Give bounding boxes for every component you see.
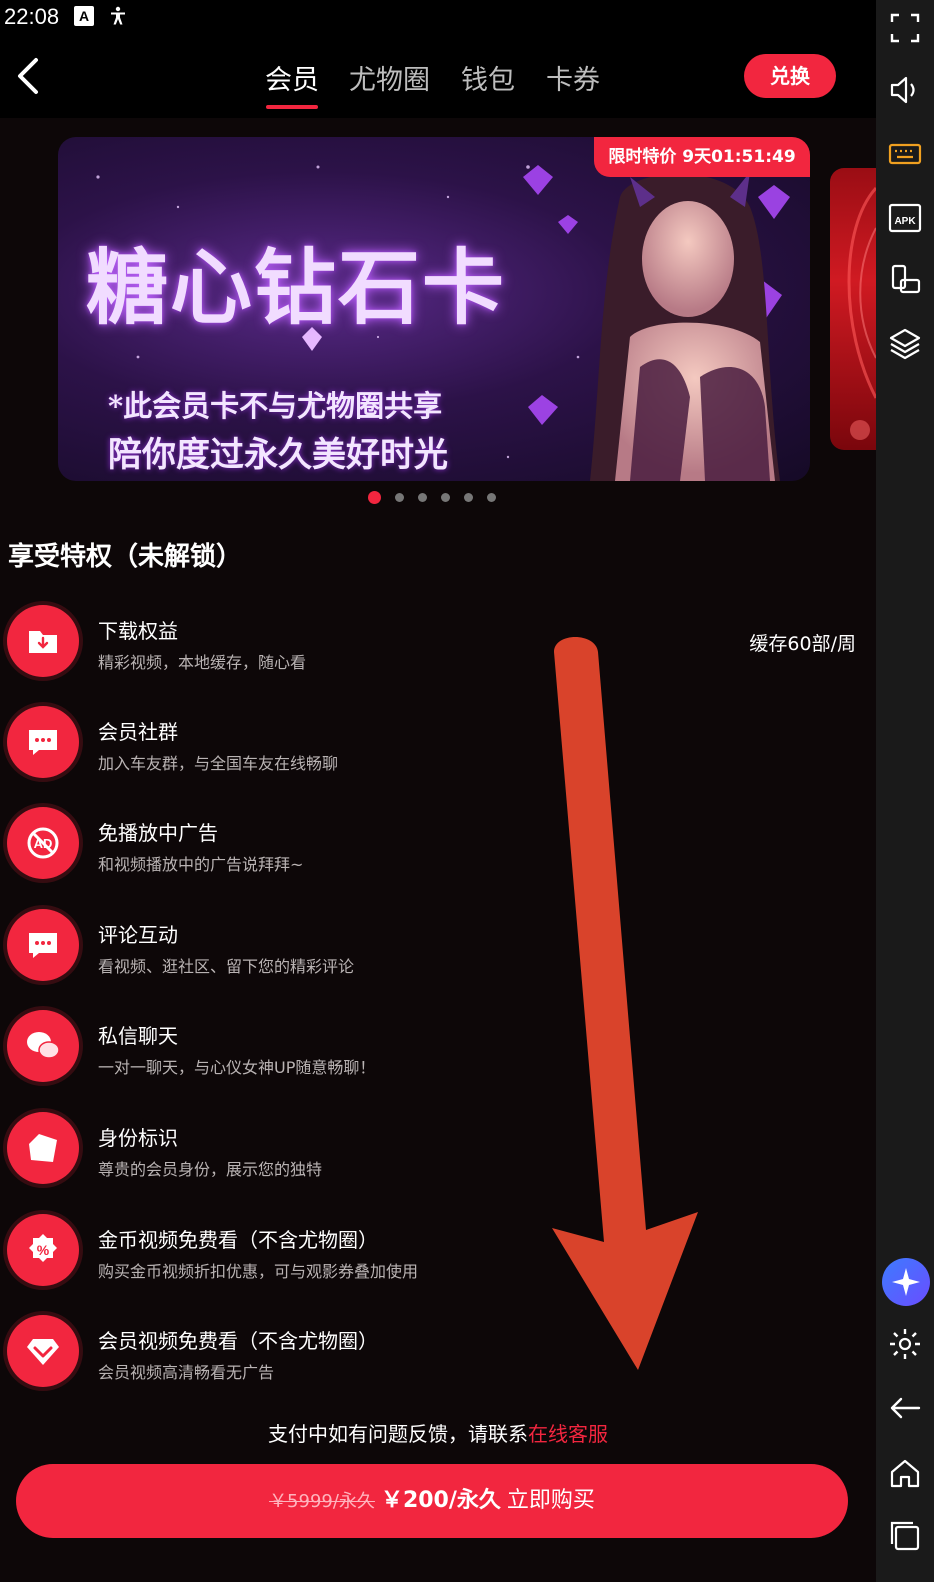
settings-button[interactable] [887,1326,923,1362]
chevron-left-icon [18,58,38,94]
diamond-icon [7,1315,79,1387]
ai-assistant-button[interactable] [882,1258,930,1306]
discount-badge-icon: % [7,1214,79,1286]
privilege-row-download[interactable]: 下载权益 精彩视频，本地缓存，随心看 缓存60部/周 [0,605,876,695]
privilege-value: 缓存60部/周 [749,633,856,655]
privilege-name: 下载权益 [98,619,178,643]
tab-coupons[interactable]: 卡券 [546,58,600,97]
svg-text:APK: APK [894,216,916,227]
apk-install-button[interactable]: APK [887,200,923,236]
limited-offer-badge: 限时特价 9天01:51:49 [594,137,810,177]
fullscreen-button[interactable] [887,10,923,46]
online-support-link[interactable]: 在线客服 [528,1422,608,1446]
system-rail: APK [876,0,934,1582]
privilege-row-coin-videos[interactable]: % 金币视频免费看（不含尤物圈） 购买金币视频折扣优惠，可与观影券叠加使用 [0,1214,876,1304]
fullscreen-icon [890,13,920,43]
support-text: 支付中如有问题反馈，请联系 [268,1422,528,1446]
multi-window-icon [891,264,921,294]
privilege-desc: 看视频、逛社区、留下您的精彩评论 [98,957,355,976]
pager-dot-6[interactable] [487,493,496,502]
notification-a-icon: A [74,6,94,26]
privilege-desc: 精彩视频，本地缓存，随心看 [98,653,307,672]
message-bubbles-icon [7,1010,79,1082]
pager-dot-3[interactable] [418,493,427,502]
privilege-row-no-ads[interactable]: AD 免播放中广告 和视频播放中的广告说拜拜~ [0,807,876,897]
privilege-row-comments[interactable]: 评论互动 看视频、逛社区、留下您的精彩评论 [0,909,876,999]
privileges-title: 享受特权（未解锁） [8,542,243,572]
keyboard-button[interactable] [887,136,923,172]
banner-tagline: 陪你度过永久美好时光 [108,435,448,475]
pager-dot-2[interactable] [395,493,404,502]
privilege-row-private-chat[interactable]: 私信聊天 一对一聊天，与心仪女神UP随意畅聊！ [0,1010,876,1100]
pager-dot-5[interactable] [464,493,473,502]
privilege-name: 金币视频免费看（不含尤物圈） [98,1228,378,1252]
active-tab-indicator [266,105,318,109]
top-nav: 会员 尤物圈 钱包 卡券 兑换 [0,36,876,118]
banner-model-image [590,172,780,481]
privilege-name: 会员视频免费看（不含尤物圈） [98,1329,378,1353]
apk-icon: APK [888,203,922,233]
back-icon [890,1397,921,1419]
privilege-desc: 会员视频高清畅看无广告 [98,1363,275,1382]
comment-icon [7,909,79,981]
privilege-desc: 购买金币视频折扣优惠，可与观影券叠加使用 [98,1262,419,1281]
privilege-name: 身份标识 [98,1126,178,1150]
svg-text:AD: AD [34,836,53,851]
support-notice: 支付中如有问题反馈，请联系在线客服 [0,1418,876,1447]
banner-title: 糖心钻石卡 [86,240,507,336]
no-ad-icon: AD [7,807,79,879]
privilege-name: 会员社群 [98,720,178,744]
settings-icon [890,1329,920,1359]
promo-banner[interactable]: 糖心钻石卡 *此会员卡不与尤物圈共享 陪你度过永久美好时光 限时特价 9天01:… [58,137,810,481]
accessibility-icon [108,6,128,26]
home-icon [890,1459,920,1488]
layers-icon [889,328,921,360]
privilege-desc: 和视频播放中的广告说拜拜~ [98,855,304,874]
pager-dot-1[interactable] [368,491,381,504]
status-time: 22:08 [4,4,60,29]
privilege-row-member-videos[interactable]: 会员视频免费看（不含尤物圈） 会员视频高清畅看无广告 [0,1315,876,1405]
status-bar: 22:08 A [0,0,876,36]
app-screen: 22:08 A 会员 尤物圈 钱包 卡券 兑换 糖心钻石卡 *此会员卡不与尤物圈… [0,0,876,1582]
banner-subtitle: *此会员卡不与尤物圈共享 [108,389,443,423]
identity-tag-icon [7,1112,79,1184]
nav-recents-button[interactable] [887,1518,923,1554]
next-banner-peek[interactable] [830,168,876,450]
svg-text:%: % [37,1242,50,1258]
privilege-desc: 尊贵的会员身份，展示您的独特 [98,1160,323,1179]
nav-home-button[interactable] [887,1455,923,1491]
chat-bubble-icon [7,706,79,778]
sale-price: ￥200/永久 [380,1488,501,1513]
volume-icon [890,76,915,104]
back-button[interactable] [10,54,50,98]
privilege-name: 私信聊天 [98,1024,178,1048]
privilege-desc: 一对一聊天，与心仪女神UP随意畅聊！ [98,1058,376,1077]
redeem-button[interactable]: 兑换 [744,54,836,98]
next-banner-image [847,186,876,440]
nav-back-button[interactable] [887,1390,923,1426]
tab-wallet[interactable]: 钱包 [461,58,515,97]
tab-member[interactable]: 会员 [265,58,319,97]
pager-dot-4[interactable] [441,493,450,502]
buy-now-button[interactable]: ￥5999/永久 ￥200/永久 立即购买 [16,1464,848,1538]
privilege-row-community[interactable]: 会员社群 加入车友群，与全国车友在线畅聊 [0,706,876,796]
original-price: ￥5999/永久 [269,1491,375,1512]
privilege-name: 免播放中广告 [98,821,218,845]
privilege-desc: 加入车友群，与全国车友在线畅聊 [98,754,339,773]
privilege-row-identity[interactable]: 身份标识 尊贵的会员身份，展示您的独特 [0,1112,876,1202]
buy-now-label: 立即购买 [506,1488,595,1513]
privilege-name: 评论互动 [98,923,178,947]
recents-icon [890,1521,920,1551]
volume-button[interactable] [887,72,923,108]
multi-window-button[interactable] [887,262,923,298]
tab-youwuquan[interactable]: 尤物圈 [349,58,430,97]
layers-button[interactable] [887,326,923,362]
download-folder-icon [7,605,79,677]
ai-assistant-icon [892,1268,920,1296]
keyboard-icon [888,143,922,165]
